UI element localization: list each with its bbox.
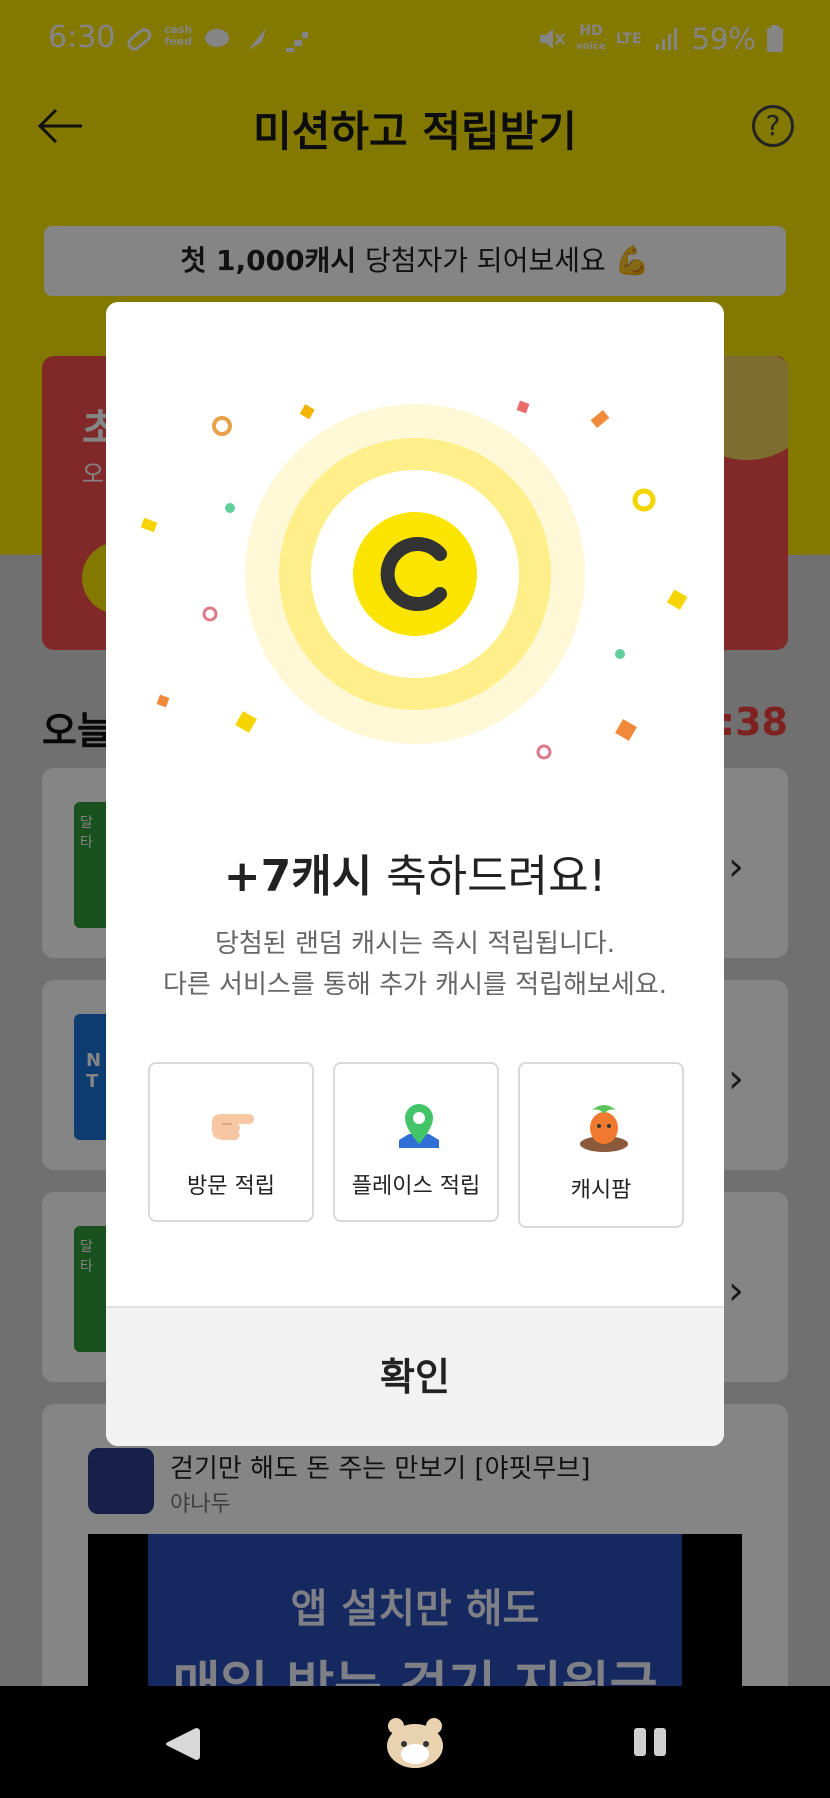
visit-earn-button[interactable]: 방문 적립	[148, 1062, 314, 1222]
reward-dialog: C +7캐시 축하드려요! 당첨된 랜덤 캐시는 즉시 적립됩니다. 다른 서비…	[106, 302, 724, 1446]
reward-amount: +7캐시	[223, 851, 373, 902]
carrot-icon	[580, 1105, 628, 1152]
nav-back-icon[interactable]	[160, 1722, 204, 1766]
place-earn-label: 플레이스 적립	[351, 1174, 481, 1199]
cash-farm-label: 캐시팜	[570, 1178, 632, 1203]
reward-title: +7캐시 축하드려요!	[106, 840, 724, 904]
system-nav-bar	[0, 1686, 830, 1798]
cash-farm-button[interactable]: 캐시팜	[518, 1062, 684, 1228]
reward-desc-line2: 다른 서비스를 통해 추가 캐시를 적립해보세요.	[162, 970, 668, 1000]
nav-recents-icon[interactable]	[630, 1722, 670, 1762]
nav-home-hamster-icon[interactable]	[384, 1714, 446, 1770]
pointing-hand-icon	[212, 1114, 254, 1140]
confirm-button[interactable]: 확인	[106, 1306, 724, 1446]
reward-message: 축하드려요!	[372, 851, 607, 902]
coin-celebration-illustration: C	[140, 400, 688, 760]
visit-earn-label: 방문 적립	[187, 1174, 275, 1199]
reward-description: 당첨된 랜덤 캐시는 즉시 적립됩니다. 다른 서비스를 통해 추가 캐시를 적…	[106, 924, 724, 1006]
reward-desc-line1: 당첨된 랜덤 캐시는 즉시 적립됩니다.	[214, 929, 616, 959]
earn-more-options: 방문 적립 플레이스 적립 캐시팜	[148, 1062, 684, 1228]
map-pin-icon	[399, 1104, 439, 1148]
place-earn-button[interactable]: 플레이스 적립	[333, 1062, 499, 1222]
